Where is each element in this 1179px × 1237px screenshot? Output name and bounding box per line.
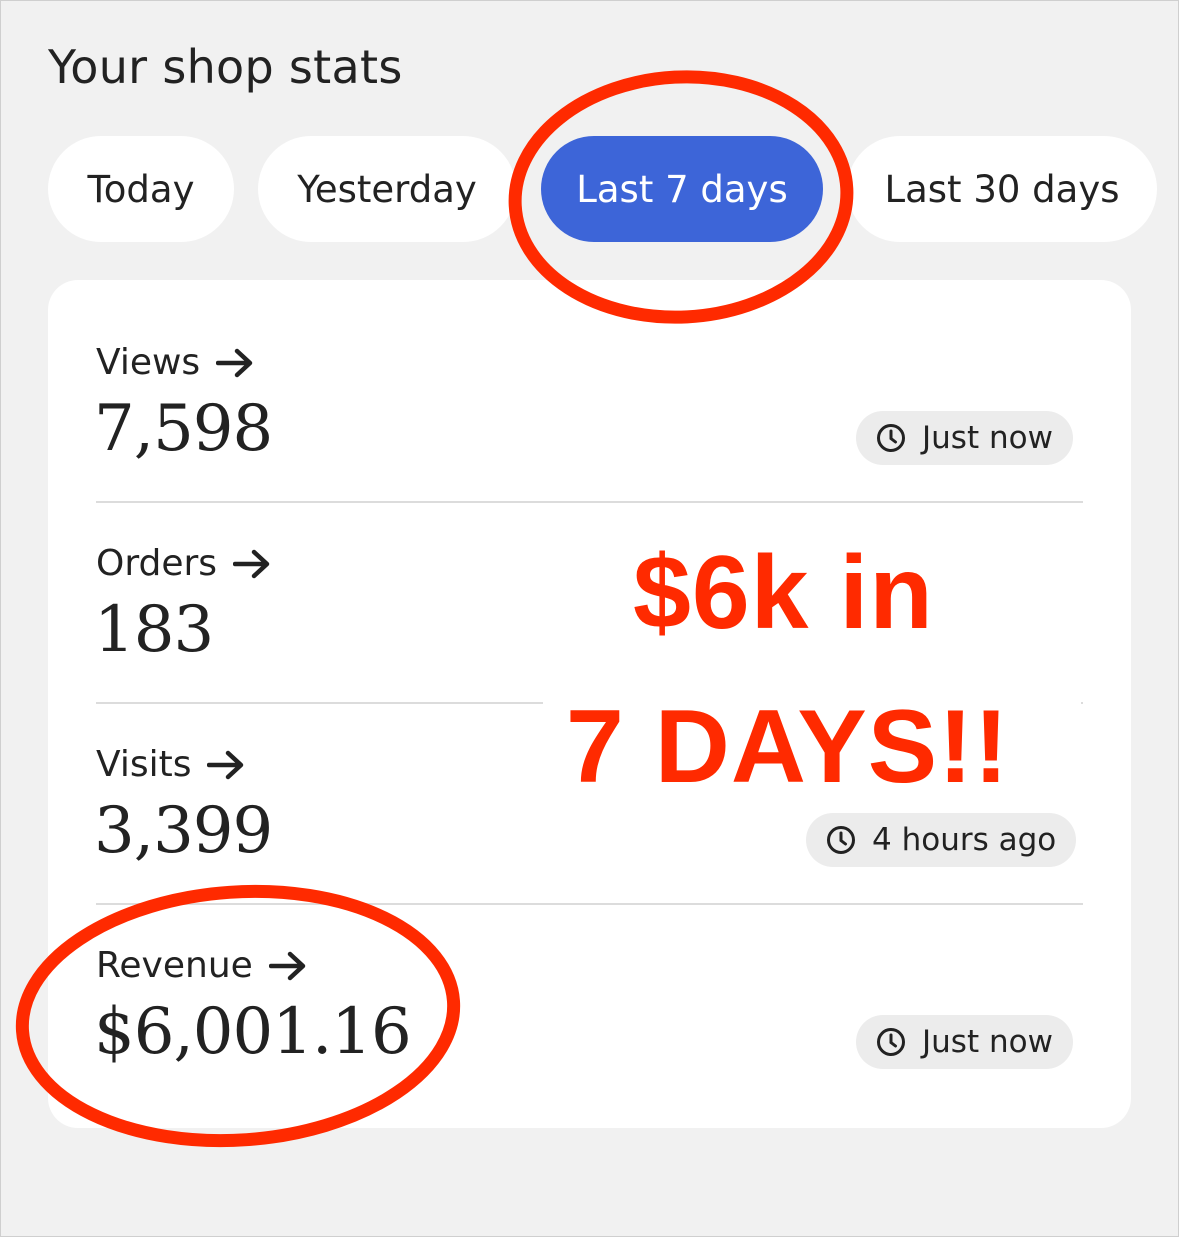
arrow-right-icon — [233, 549, 270, 578]
stat-value: 7,598 — [94, 392, 273, 466]
updated-text: 4 hours ago — [872, 822, 1057, 858]
stat-label: Visits — [96, 744, 192, 785]
tab-today[interactable]: Today — [48, 136, 234, 242]
clock-icon — [827, 826, 855, 854]
orders-link[interactable]: Orders — [96, 543, 271, 584]
clock-icon — [877, 1028, 905, 1056]
tab-label: Yesterday — [297, 167, 477, 211]
stat-label: Orders — [96, 543, 218, 584]
tab-last-30-days[interactable]: Last 30 days — [847, 136, 1157, 242]
updated-text: Just now — [922, 420, 1053, 456]
updated-badge: Just now — [856, 411, 1073, 465]
overlay-headline-line2: 7 DAYS!! — [566, 689, 1010, 805]
clock-icon — [877, 424, 905, 452]
divider — [96, 501, 1083, 503]
arrow-right-icon — [207, 750, 244, 779]
arrow-right-icon — [216, 348, 253, 377]
highlight-circle — [508, 70, 854, 324]
stat-value: 183 — [94, 593, 214, 667]
stat-label: Views — [96, 342, 201, 383]
tab-label: Last 30 days — [884, 167, 1120, 211]
overlay-headline-line1: $6k in — [633, 535, 934, 651]
page-title: Your shop stats — [48, 40, 403, 94]
updated-badge: 4 hours ago — [806, 813, 1077, 867]
stat-value: 3,399 — [94, 794, 273, 868]
updated-text: Just now — [922, 1024, 1053, 1060]
views-link[interactable]: Views — [96, 342, 254, 383]
tab-yesterday[interactable]: Yesterday — [258, 136, 516, 242]
highlight-circle — [15, 884, 461, 1148]
updated-badge: Just now — [856, 1015, 1073, 1069]
tab-label: Today — [87, 167, 195, 211]
visits-link[interactable]: Visits — [96, 744, 245, 785]
